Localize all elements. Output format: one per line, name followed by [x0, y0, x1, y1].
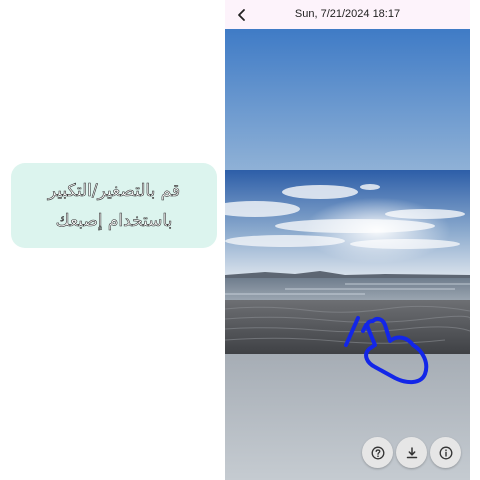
beach-sunset-photo[interactable] — [225, 29, 470, 480]
help-icon — [371, 446, 384, 459]
info-button[interactable] — [430, 437, 461, 468]
download-button[interactable] — [396, 437, 427, 468]
zoom-hint-line-1: قم بالتصغير/التكبير — [47, 180, 181, 201]
help-button[interactable] — [362, 437, 393, 468]
chevron-left-icon — [238, 9, 245, 21]
info-icon — [439, 446, 452, 459]
photo-date-title: Sun, 7/21/2024 18:17 — [294, 8, 401, 20]
top-app-bar: Sun, 7/21/2024 18:17 — [225, 0, 470, 29]
download-icon — [406, 446, 417, 458]
zoom-hint-card: قم بالتصغير/التكبير باستخدام إصبعك — [11, 163, 217, 248]
zoom-hint-line-2: باستخدام إصبعك — [55, 210, 173, 231]
back-button[interactable] — [231, 4, 253, 26]
photo-viewer-screen: Sun, 7/21/2024 18:17 — [225, 0, 470, 480]
